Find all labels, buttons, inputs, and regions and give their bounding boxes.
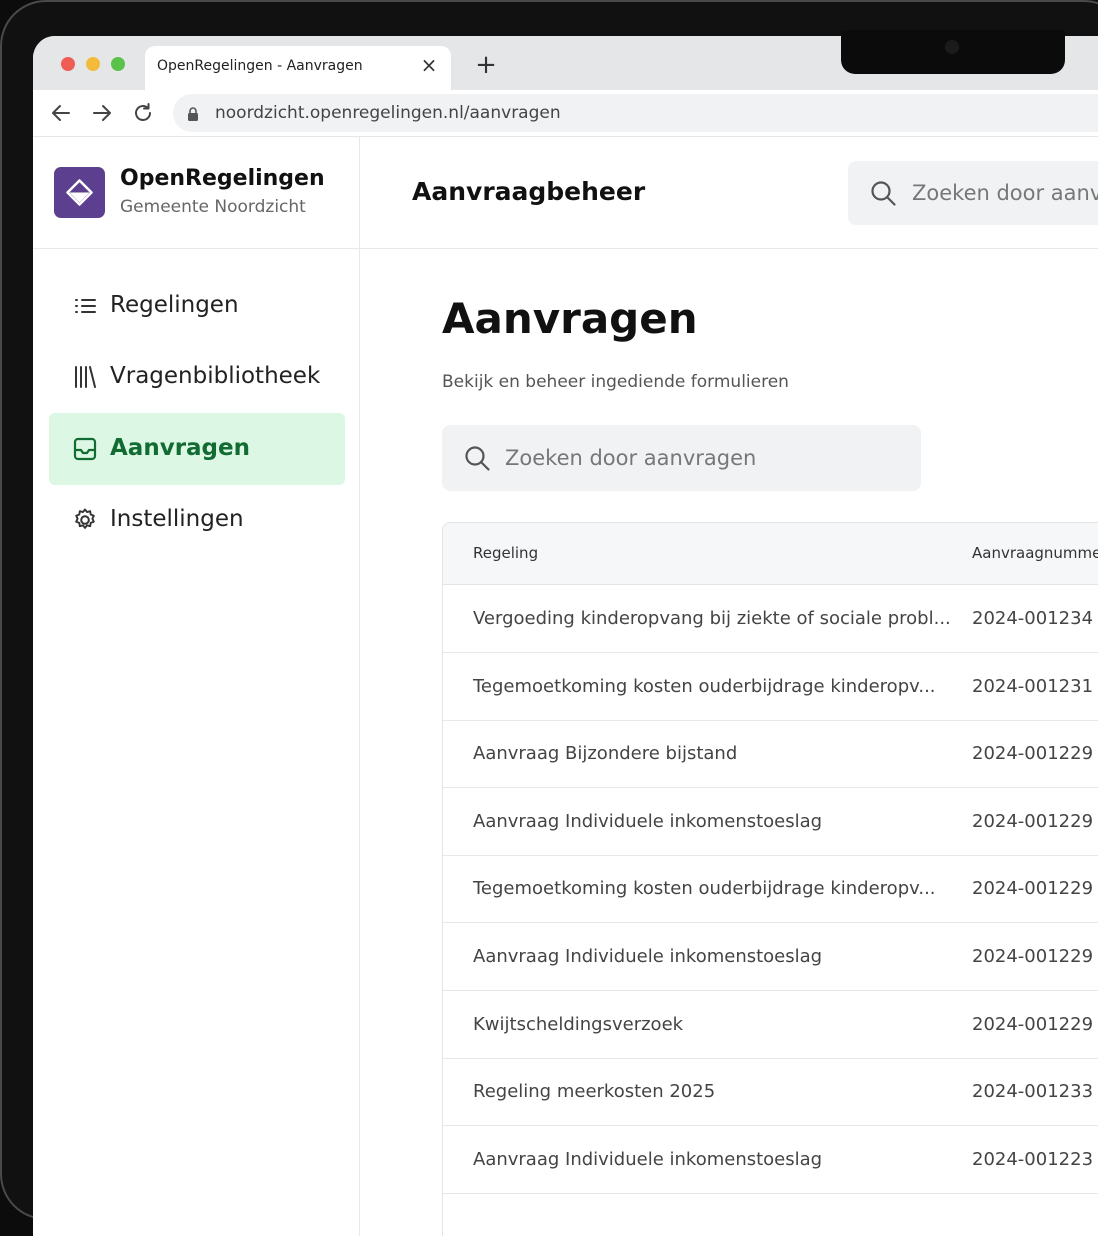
table-row[interactable]: Aanvraag Bijzondere bijstand 2024-001229 [443, 720, 1098, 789]
reload-icon[interactable] [130, 100, 156, 126]
cell-regeling: Tegemoetkoming kosten ouderbijdrage kind… [473, 675, 936, 697]
cell-regeling: Regeling meerkosten 2025 [473, 1081, 716, 1103]
screen: OpenRegelingen - Aanvragen × + noordzich… [33, 36, 1098, 1236]
search-icon [464, 445, 491, 476]
cell-regeling: Aanvraag Bijzondere bijstand [473, 743, 738, 765]
table-row[interactable]: Vergoeding kinderopvang bij ziekte of so… [443, 585, 1098, 653]
page-subtitle: Bekijk en beheer ingediende formulieren [442, 372, 789, 392]
sidebar-item-label: Instellingen [110, 506, 244, 532]
header-search-placeholder: Zoeken door aanvra [912, 181, 1098, 205]
search-placeholder: Zoeken door aanvragen [505, 446, 757, 470]
cell-aanvraagnummer: 2024-001229 [972, 946, 1094, 967]
tab-title: OpenRegelingen - Aanvragen [157, 58, 363, 74]
browser-tab[interactable]: OpenRegelingen - Aanvragen × [145, 46, 451, 90]
cell-regeling: Aanvraag Individuele inkomenstoeslag [473, 946, 823, 967]
cell-aanvraagnummer: 2024-001233 [972, 1081, 1094, 1103]
inbox-icon [71, 435, 99, 463]
brand-name: OpenRegelingen [120, 166, 325, 191]
table-row[interactable]: Aanvraag Individuele inkomenstoeslag 2024… [443, 1126, 1098, 1194]
cell-regeling: Aanvraag Individuele inkomenstoeslag [473, 810, 823, 832]
table-header: Regeling Aanvraagnummer [443, 523, 1098, 585]
brand-subtitle: Gemeente Noordzicht [120, 197, 306, 217]
sidebar: OpenRegelingen Gemeente Noordzicht Regel… [33, 136, 360, 1236]
list-icon [71, 292, 99, 320]
cell-regeling: Aanvraag Individuele inkomenstoeslag [473, 1148, 823, 1170]
table-row[interactable]: Regeling meerkosten 2025 2024-001233 [443, 1058, 1098, 1127]
sidebar-item-label: Vragenbibliotheek [110, 363, 321, 389]
cell-regeling: Vergoeding kinderopvang bij ziekte of so… [473, 608, 951, 629]
url-field[interactable]: noordzicht.openregelingen.nl/aanvragen [173, 94, 1098, 132]
forward-icon[interactable] [89, 100, 115, 126]
address-bar: noordzicht.openregelingen.nl/aanvragen [33, 90, 1098, 137]
table-row[interactable]: Kwijtscheldingsverzoek 2024-001229 [443, 991, 1098, 1059]
cell-aanvraagnummer: 2024-001229 [972, 878, 1094, 900]
search-input[interactable]: Zoeken door aanvragen [442, 425, 921, 491]
main-content: Aanvraagbeheer Zoeken door aanvra Aanvra… [360, 136, 1098, 1236]
camera-notch [841, 30, 1065, 74]
library-icon [71, 363, 99, 391]
search-icon [870, 180, 897, 211]
header: Aanvraagbeheer Zoeken door aanvra [360, 136, 1098, 249]
new-tab-button[interactable]: + [473, 52, 499, 78]
header-search-input[interactable]: Zoeken door aanvra [848, 161, 1098, 225]
header-title: Aanvraagbeheer [412, 177, 646, 206]
sidebar-item-label: Regelingen [110, 292, 239, 318]
sidebar-item-aanvragen[interactable]: Aanvragen [49, 413, 345, 485]
cell-aanvraagnummer: 2024-001229 [972, 1013, 1094, 1035]
cell-regeling: Kwijtscheldingsverzoek [473, 1013, 684, 1035]
cell-aanvraagnummer: 2024-001223 [972, 1148, 1094, 1170]
page-title: Aanvragen [442, 294, 698, 343]
cell-regeling: Tegemoetkoming kosten ouderbijdrage kind… [473, 878, 936, 900]
tab-close-icon[interactable]: × [417, 53, 441, 77]
minimize-window-button[interactable] [86, 57, 100, 71]
lock-icon [187, 106, 199, 125]
aanvragen-table: Regeling Aanvraagnummer Vergoeding kinde… [442, 522, 1098, 1236]
table-row[interactable]: Aanvraag Individuele inkomenstoeslag 2024… [443, 923, 1098, 991]
table-row[interactable]: Tegemoetkoming kosten ouderbijdrage kind… [443, 653, 1098, 721]
cell-aanvraagnummer: 2024-001229 [972, 743, 1094, 765]
app: OpenRegelingen Gemeente Noordzicht Regel… [33, 136, 1098, 1236]
maximize-window-button[interactable] [111, 57, 125, 71]
close-window-button[interactable] [61, 57, 75, 71]
table-row[interactable]: Aanvraag Individuele inkomenstoeslag 2024… [443, 788, 1098, 856]
sidebar-item-regelingen[interactable]: Regelingen [49, 270, 345, 342]
camera-icon [945, 40, 959, 54]
sidebar-item-vragenbibliotheek[interactable]: Vragenbibliotheek [49, 341, 345, 413]
column-header-aanvraagnummer[interactable]: Aanvraagnummer [972, 544, 1098, 562]
cell-aanvraagnummer: 2024-001229 [972, 810, 1094, 832]
column-header-regeling[interactable]: Regeling [473, 544, 538, 562]
cell-aanvraagnummer: 2024-001231 [972, 675, 1094, 697]
sidebar-item-instellingen[interactable]: Instellingen [49, 484, 345, 556]
url-text: noordzicht.openregelingen.nl/aanvragen [215, 103, 561, 123]
gear-icon [71, 506, 99, 534]
cell-aanvraagnummer: 2024-001234 [972, 608, 1094, 629]
brand: OpenRegelingen Gemeente Noordzicht [33, 136, 359, 249]
logo [54, 167, 105, 218]
table-row[interactable]: Tegemoetkoming kosten ouderbijdrage kind… [443, 855, 1098, 924]
back-icon[interactable] [48, 100, 74, 126]
sidebar-item-label: Aanvragen [110, 435, 250, 461]
